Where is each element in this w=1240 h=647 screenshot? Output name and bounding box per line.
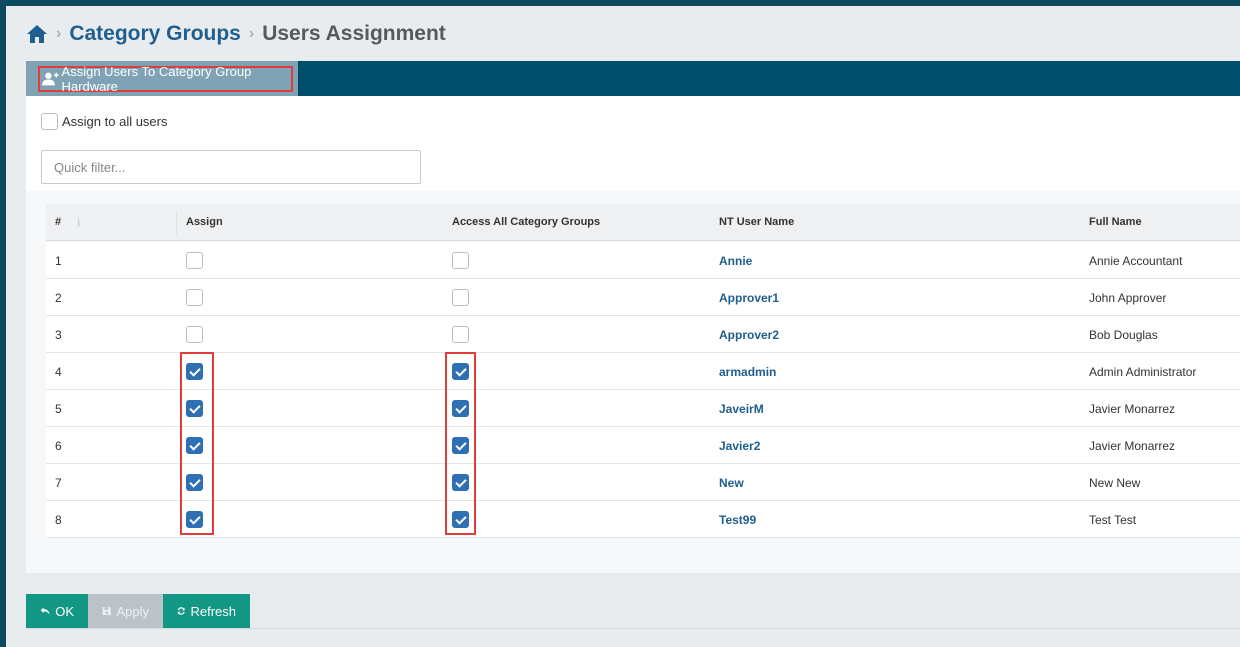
refresh-button[interactable]: Refresh xyxy=(163,594,250,628)
tab-label: Assign Users To Category Group Hardware xyxy=(61,64,252,94)
row-number: 5 xyxy=(55,402,62,416)
table-row[interactable]: 7 New New New xyxy=(46,464,1240,501)
column-header-nt-user-name[interactable]: NT User Name xyxy=(719,216,794,228)
row-number: 3 xyxy=(55,328,62,342)
undo-icon xyxy=(40,607,50,615)
access-all-checkbox[interactable] xyxy=(452,363,469,380)
chevron-right-icon: › xyxy=(248,25,255,42)
column-header-access-all[interactable]: Access All Category Groups xyxy=(452,216,600,228)
breadcrumb-category-groups[interactable]: Category Groups xyxy=(69,22,241,46)
user-plus-icon xyxy=(42,72,59,86)
assign-checkbox[interactable] xyxy=(186,289,203,306)
assign-checkbox[interactable] xyxy=(186,326,203,343)
assign-checkbox[interactable] xyxy=(186,511,203,528)
access-all-checkbox[interactable] xyxy=(452,326,469,343)
refresh-label: Refresh xyxy=(190,603,236,619)
nt-user-name-link[interactable]: Annie xyxy=(719,254,752,268)
nt-user-name-link[interactable]: Approver1 xyxy=(719,291,779,305)
footer-toolbar: OK Apply Refresh xyxy=(26,594,1240,628)
nt-user-name-link[interactable]: Test99 xyxy=(719,513,756,527)
home-icon[interactable] xyxy=(26,24,48,44)
table-row[interactable]: 1 Annie Annie Accountant xyxy=(46,242,1240,279)
row-number: 2 xyxy=(55,291,62,305)
divider xyxy=(26,628,1240,629)
table-row[interactable]: 6 Javier2 Javier Monarrez xyxy=(46,427,1240,464)
nt-user-name-link[interactable]: Approver2 xyxy=(719,328,779,342)
access-all-checkbox[interactable] xyxy=(452,400,469,417)
app-frame: › Category Groups › Users Assignment Ass… xyxy=(6,6,1240,647)
nt-user-name-link[interactable]: JaveirM xyxy=(719,402,764,416)
quick-filter-input[interactable] xyxy=(41,150,421,184)
save-icon xyxy=(102,606,111,616)
table-row[interactable]: 4 armadmin Admin Administrator xyxy=(46,353,1240,390)
table-row[interactable]: 3 Approver2 Bob Douglas xyxy=(46,316,1240,353)
assign-checkbox[interactable] xyxy=(186,474,203,491)
tab-highlight: Assign Users To Category Group Hardware xyxy=(38,64,293,94)
main-content: Assign to all users # i Assign Access Al… xyxy=(26,96,1240,573)
row-number: 8 xyxy=(55,513,62,527)
apply-label: Apply xyxy=(116,603,149,619)
full-name-cell: Bob Douglas xyxy=(1089,328,1158,342)
refresh-icon xyxy=(177,607,185,615)
table-row[interactable]: 2 Approver1 John Approver xyxy=(46,279,1240,316)
apply-button[interactable]: Apply xyxy=(88,594,163,628)
row-number: 4 xyxy=(55,365,62,379)
assign-checkbox[interactable] xyxy=(186,252,203,269)
assign-all-users[interactable]: Assign to all users xyxy=(41,113,168,130)
ok-label: OK xyxy=(55,603,74,619)
tab-bar: Assign Users To Category Group Hardware xyxy=(26,61,1240,96)
tab-assign-users[interactable]: Assign Users To Category Group Hardware xyxy=(26,61,298,96)
grid-header: # i Assign Access All Category Groups NT… xyxy=(46,204,1240,241)
assign-all-label: Assign to all users xyxy=(62,114,168,129)
assign-checkbox[interactable] xyxy=(186,363,203,380)
access-all-checkbox[interactable] xyxy=(452,252,469,269)
access-all-checkbox[interactable] xyxy=(452,437,469,454)
full-name-cell: Javier Monarrez xyxy=(1089,402,1176,416)
table-row[interactable]: 5 JaveirM Javier Monarrez xyxy=(46,390,1240,427)
column-divider xyxy=(176,211,177,234)
access-all-checkbox[interactable] xyxy=(452,289,469,306)
nt-user-name-link[interactable]: armadmin xyxy=(719,365,776,379)
full-name-cell: Admin Administrator xyxy=(1089,365,1197,379)
column-header-number[interactable]: # xyxy=(55,216,61,228)
access-all-checkbox[interactable] xyxy=(452,511,469,528)
table-row[interactable]: 8 Test99 Test Test xyxy=(46,501,1240,538)
users-grid: # i Assign Access All Category Groups NT… xyxy=(26,191,1240,573)
full-name-cell: Javier Monarrez xyxy=(1089,439,1176,453)
assign-checkbox[interactable] xyxy=(186,400,203,417)
row-number: 1 xyxy=(55,254,62,268)
breadcrumb: › Category Groups › Users Assignment xyxy=(26,20,446,48)
ok-button[interactable]: OK xyxy=(26,594,88,628)
full-name-cell: Test Test xyxy=(1089,513,1137,527)
assign-checkbox[interactable] xyxy=(186,437,203,454)
assign-all-checkbox[interactable] xyxy=(41,113,58,130)
chevron-right-icon: › xyxy=(56,25,62,42)
row-number: 7 xyxy=(55,476,62,490)
column-header-assign[interactable]: Assign xyxy=(186,216,223,228)
row-number: 6 xyxy=(55,439,62,453)
nt-user-name-link[interactable]: Javier2 xyxy=(719,439,760,453)
full-name-cell: New New xyxy=(1089,476,1141,490)
full-name-cell: John Approver xyxy=(1089,291,1167,305)
page-title: Users Assignment xyxy=(262,22,446,45)
full-name-cell: Annie Accountant xyxy=(1089,254,1183,268)
access-all-checkbox[interactable] xyxy=(452,474,469,491)
nt-user-name-link[interactable]: New xyxy=(719,476,744,490)
info-icon[interactable]: i xyxy=(77,214,81,230)
column-header-full-name[interactable]: Full Name xyxy=(1089,216,1142,228)
